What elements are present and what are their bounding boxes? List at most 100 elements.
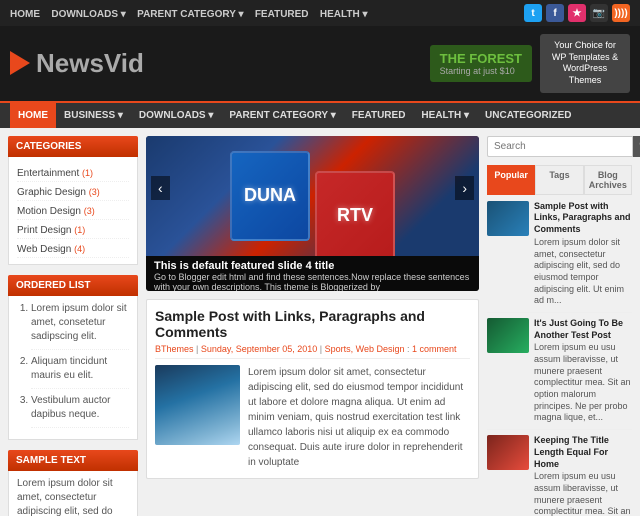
- logo-text: NewsVid: [36, 48, 144, 79]
- slider-image: DUNA RTV ‹ ›: [146, 136, 479, 256]
- slider-caption-title: This is default featured slide 4 title: [154, 260, 471, 272]
- list-item: Web Design (4): [17, 239, 129, 258]
- search-input[interactable]: [487, 136, 633, 157]
- sample-text-content: Lorem ipsum dolor sit amet, consectetur …: [17, 477, 129, 516]
- cat-graphic-design[interactable]: Graphic Design (3): [17, 187, 100, 198]
- popular-text-2: It's Just Going To Be Another Test Post …: [534, 318, 632, 424]
- list-item: Lorem ipsum dolor sit amet, consetetur s…: [31, 302, 129, 350]
- left-sidebar: CATEGORIES Entertainment (1) Graphic Des…: [8, 136, 138, 508]
- popular-list: Sample Post with Links, Paragraphs and C…: [487, 196, 632, 516]
- rss-icon[interactable]: )))): [612, 4, 630, 22]
- post-comments[interactable]: 1 comment: [412, 344, 457, 354]
- camera-icon[interactable]: 📷: [590, 4, 608, 22]
- forest-ad[interactable]: THE FOREST Starting at just $10: [430, 45, 532, 82]
- list-item: Motion Design (3): [17, 201, 129, 220]
- instagram-icon[interactable]: ★: [568, 4, 586, 22]
- topnav-home[interactable]: HOME: [10, 9, 40, 20]
- sample-text-title: SAMPLE TEXT: [8, 450, 138, 471]
- site-header: NewsVid THE FOREST Starting at just $10 …: [0, 26, 640, 101]
- popular-text-3: Keeping The Title Length Equal For Home …: [534, 435, 632, 516]
- forest-subtitle: Starting at just $10: [440, 66, 522, 76]
- nav-business[interactable]: BUSINESS ▾: [56, 103, 131, 128]
- list-item: Graphic Design (3): [17, 182, 129, 201]
- popular-title-1[interactable]: Sample Post with Links, Paragraphs and C…: [534, 201, 632, 236]
- forest-title: THE FOREST: [440, 51, 522, 66]
- list-item: Sample Post with Links, Paragraphs and C…: [487, 196, 632, 313]
- slider-cubes: DUNA RTV: [146, 136, 479, 256]
- nav-health[interactable]: HEALTH ▾: [413, 103, 477, 128]
- play-icon: [10, 51, 30, 75]
- post-thumbnail: [155, 365, 240, 445]
- categories-body: Entertainment (1) Graphic Design (3) Mot…: [8, 157, 138, 265]
- popular-text-1: Sample Post with Links, Paragraphs and C…: [534, 201, 632, 307]
- nav-home[interactable]: HOME: [10, 103, 56, 128]
- post-thumb-image: [155, 365, 240, 445]
- nav-featured[interactable]: FEATURED: [344, 103, 414, 128]
- popular-thumb-2: [487, 318, 529, 353]
- post-body: Lorem ipsum dolor sit amet, consectetur …: [155, 365, 470, 470]
- search-button[interactable]: 🔍: [633, 136, 640, 157]
- post-date: Sunday, September 05, 2010: [201, 344, 317, 354]
- list-item: It's Just Going To Be Another Test Post …: [487, 313, 632, 430]
- topnav-parent[interactable]: PARENT CATEGORY ▾: [137, 9, 243, 20]
- ordered-list-title: ORDERED LIST: [8, 275, 138, 296]
- blog-post: Sample Post with Links, Paragraphs and C…: [146, 299, 479, 479]
- tab-blog-archives[interactable]: Blog Archives: [584, 165, 632, 195]
- nav-parent-category[interactable]: PARENT CATEGORY ▾: [221, 103, 343, 128]
- topnav-featured[interactable]: FEATURED: [255, 9, 309, 20]
- topnav-downloads[interactable]: DOWNLOADS ▾: [51, 9, 125, 20]
- main-content: DUNA RTV ‹ › This is default featured sl…: [146, 136, 479, 508]
- rtv-cube: RTV: [315, 171, 395, 256]
- sample-text-widget: SAMPLE TEXT Lorem ipsum dolor sit amet, …: [8, 450, 138, 516]
- post-title: Sample Post with Links, Paragraphs and C…: [155, 308, 470, 340]
- tab-tags[interactable]: Tags: [535, 165, 583, 195]
- main-navigation: HOME BUSINESS ▾ DOWNLOADS ▾ PARENT CATEG…: [0, 101, 640, 128]
- sample-text-body: Lorem ipsum dolor sit amet, consectetur …: [8, 471, 138, 516]
- wordpress-ad[interactable]: Your Choice for WP Templates & WordPress…: [540, 34, 630, 93]
- post-author[interactable]: BThemes: [155, 344, 194, 354]
- featured-slider: DUNA RTV ‹ › This is default featured sl…: [146, 136, 479, 291]
- twitter-icon[interactable]: t: [524, 4, 542, 22]
- cat-entertainment[interactable]: Entertainment (1): [17, 168, 93, 179]
- facebook-icon[interactable]: f: [546, 4, 564, 22]
- top-navigation: HOME DOWNLOADS ▾ PARENT CATEGORY ▾ FEATU…: [0, 0, 640, 26]
- slider-caption-text: Go to Blogger edit html and find these s…: [154, 272, 471, 291]
- popular-title-2[interactable]: It's Just Going To Be Another Test Post: [534, 318, 632, 341]
- header-ads: THE FOREST Starting at just $10 Your Cho…: [430, 34, 630, 93]
- popular-title-3[interactable]: Keeping The Title Length Equal For Home: [534, 435, 632, 470]
- cat-web-design[interactable]: Web Design (4): [17, 244, 85, 255]
- popular-thumb-3: [487, 435, 529, 470]
- sidebar-tabs: Popular Tags Blog Archives: [487, 165, 632, 195]
- duna-cube: DUNA: [230, 151, 310, 241]
- list-item: Keeping The Title Length Equal For Home …: [487, 430, 632, 516]
- cat-motion-design[interactable]: Motion Design (3): [17, 206, 95, 217]
- slider-next-button[interactable]: ›: [455, 176, 474, 200]
- ordered-list: Lorem ipsum dolor sit amet, consetetur s…: [17, 302, 129, 428]
- search-box: 🔍: [487, 136, 632, 157]
- nav-uncategorized[interactable]: UNCATEGORIZED: [477, 103, 579, 128]
- post-text-content: Lorem ipsum dolor sit amet, consectetur …: [248, 365, 470, 470]
- slider-caption: This is default featured slide 4 title G…: [146, 256, 479, 291]
- ordered-list-widget: ORDERED LIST Lorem ipsum dolor sit amet,…: [8, 275, 138, 440]
- list-item: Print Design (1): [17, 220, 129, 239]
- list-item: Vestibulum auctor dapibus neque.: [31, 394, 129, 428]
- top-nav-links: HOME DOWNLOADS ▾ PARENT CATEGORY ▾ FEATU…: [10, 6, 375, 20]
- site-logo[interactable]: NewsVid: [10, 48, 144, 79]
- categories-widget: CATEGORIES Entertainment (1) Graphic Des…: [8, 136, 138, 265]
- popular-thumb-1: [487, 201, 529, 236]
- category-list: Entertainment (1) Graphic Design (3) Mot…: [17, 163, 129, 258]
- social-icons: t f ★ 📷 )))): [524, 4, 630, 22]
- right-sidebar: 🔍 Popular Tags Blog Archives Sample Post…: [487, 136, 632, 508]
- post-categories[interactable]: Sports, Web Design: [325, 344, 405, 354]
- nav-downloads[interactable]: DOWNLOADS ▾: [131, 103, 221, 128]
- categories-title: CATEGORIES: [8, 136, 138, 157]
- wp-ad-text: Your Choice for WP Templates & WordPress…: [548, 40, 622, 87]
- slider-prev-button[interactable]: ‹: [151, 176, 170, 200]
- list-item: Entertainment (1): [17, 163, 129, 182]
- post-meta: BThemes | Sunday, September 05, 2010 | S…: [155, 344, 470, 359]
- topnav-health[interactable]: HEALTH ▾: [320, 9, 368, 20]
- tab-popular[interactable]: Popular: [487, 165, 535, 195]
- content-area: CATEGORIES Entertainment (1) Graphic Des…: [0, 128, 640, 516]
- cat-print-design[interactable]: Print Design (1): [17, 225, 85, 236]
- list-item: Aliquam tincidunt mauris eu elit.: [31, 355, 129, 389]
